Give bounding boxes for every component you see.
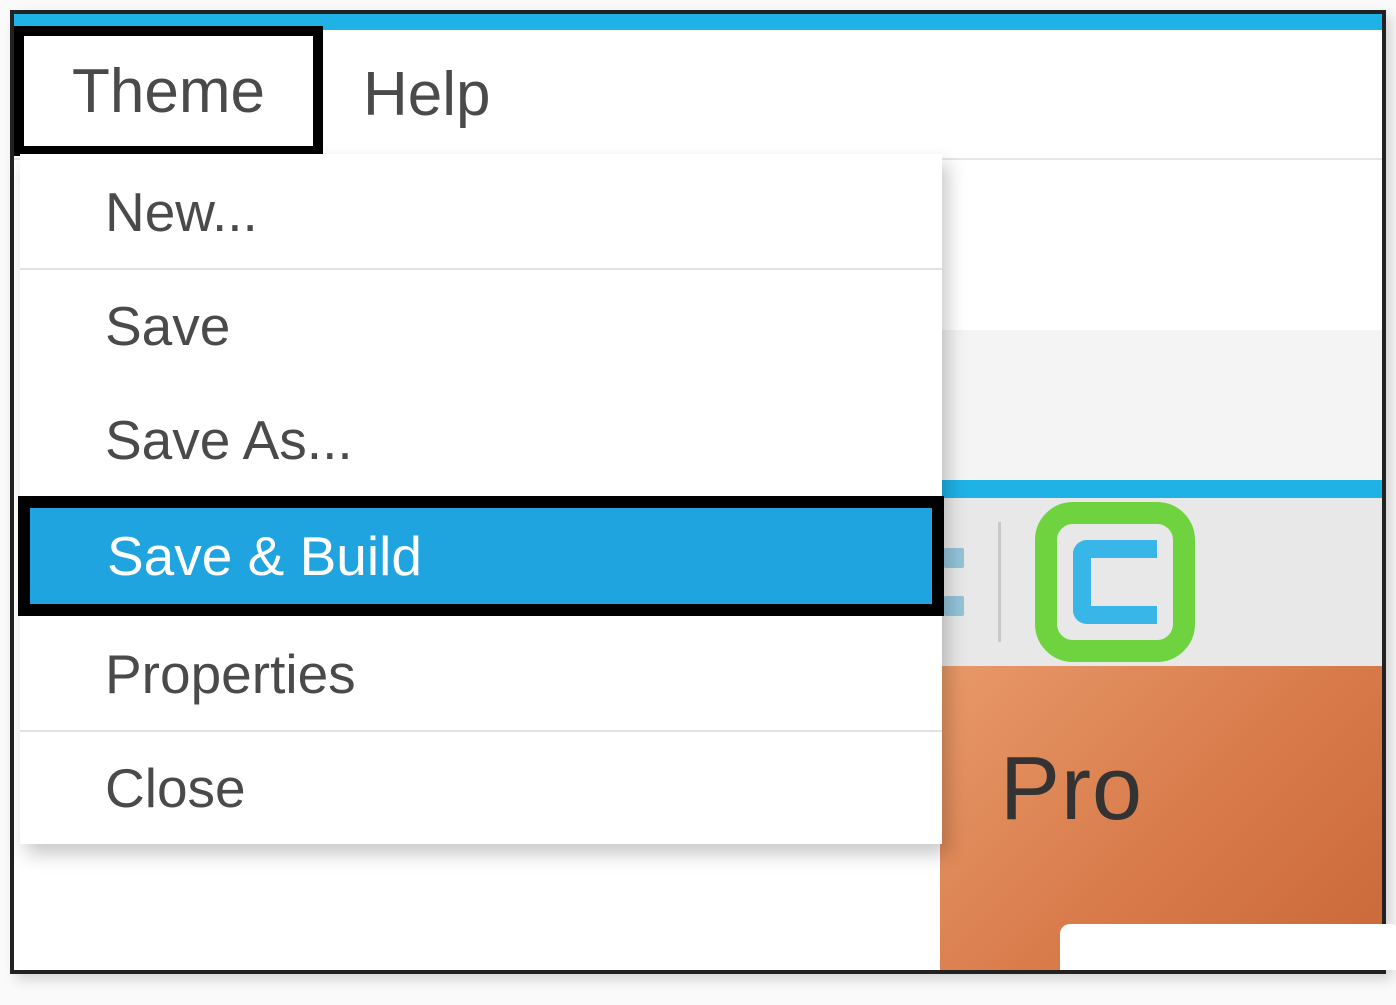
grip-dot xyxy=(944,548,964,568)
logo-c-icon xyxy=(1073,540,1157,624)
menu-theme-label: Theme xyxy=(72,56,265,127)
dropdown-save-as-label: Save As... xyxy=(105,409,353,471)
toolbar-strip xyxy=(940,498,1382,666)
hero-card-fragment xyxy=(1060,924,1396,970)
app-logo-icon[interactable] xyxy=(1035,502,1195,662)
theme-dropdown: New... Save Save As... Save & Build Prop… xyxy=(20,154,942,844)
dropdown-properties[interactable]: Properties xyxy=(20,616,942,730)
dropdown-new[interactable]: New... xyxy=(20,154,942,268)
content-area: Pro xyxy=(940,330,1382,970)
dropdown-save[interactable]: Save xyxy=(20,268,942,382)
content-accent-bar xyxy=(940,480,1382,498)
grip-dot xyxy=(944,596,964,616)
toolbar-separator xyxy=(998,522,1001,642)
menubar: Theme Help xyxy=(14,30,1382,160)
content-header-strip xyxy=(940,330,1382,480)
menu-help-label: Help xyxy=(363,59,491,130)
dropdown-close-label: Close xyxy=(105,757,246,819)
menu-help[interactable]: Help xyxy=(323,30,531,158)
dropdown-close[interactable]: Close xyxy=(20,730,942,844)
dropdown-save-as[interactable]: Save As... xyxy=(20,382,942,496)
menu-theme[interactable]: Theme xyxy=(14,26,323,156)
dropdown-save-label: Save xyxy=(105,295,230,357)
dropdown-new-label: New... xyxy=(105,181,258,243)
dropdown-save-build[interactable]: Save & Build xyxy=(18,496,944,616)
window-frame: Theme Help New... Save Save As... Save &… xyxy=(10,10,1386,974)
hero-title: Pro xyxy=(1000,738,1143,841)
dropdown-save-build-label: Save & Build xyxy=(107,525,422,587)
hero-banner: Pro xyxy=(940,666,1382,970)
drag-grip-icon[interactable] xyxy=(944,548,964,616)
dropdown-properties-label: Properties xyxy=(105,643,356,705)
